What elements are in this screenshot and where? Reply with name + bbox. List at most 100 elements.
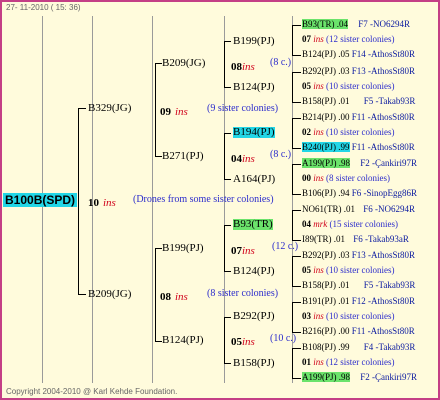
root-ins-label: ins <box>103 197 116 209</box>
gen4-row[interactable]: A199(PJ) .98 F2 -Çankiri97R <box>302 372 418 382</box>
gen4-note: (10 sister colonies) <box>326 81 395 91</box>
gen4-row[interactable]: A199(PJ) .98 F2 -Çankiri97R <box>302 158 418 168</box>
gen4-loc: F2 -Çankiri97R <box>360 158 418 168</box>
connector <box>292 286 301 287</box>
gen3-node[interactable]: B199(PJ) <box>233 36 275 47</box>
gen2-ins-label: ins <box>242 61 255 73</box>
gen3-node[interactable]: B158(PJ) <box>233 358 275 369</box>
gen4-row[interactable]: B191(PJ) .01 F12 -AthosSt80R <box>302 297 415 306</box>
gen1-node[interactable]: B209(JG) <box>88 289 131 300</box>
gen4-note: (8 sister colonies) <box>326 173 390 183</box>
gen2-node[interactable]: B271(PJ) <box>162 151 204 162</box>
gen2-mating: 08ins <box>231 58 255 74</box>
connector <box>292 378 301 379</box>
gen1-ins-label: ins <box>175 291 188 303</box>
gen4-num: 00 <box>302 173 311 183</box>
connector <box>292 240 301 241</box>
connector <box>155 248 162 249</box>
gen3-node[interactable]: B194(PJ) <box>233 127 275 138</box>
gen2-mating-number: 07 <box>231 245 242 257</box>
gen4-num: 01 <box>302 357 311 367</box>
gen4-loc: F5 -Takab93R <box>363 280 416 290</box>
gen4-row[interactable]: B292(PJ) .03 F13 -AthosSt80R <box>302 67 415 76</box>
gen4-loc: F11 -AthosSt80R <box>351 142 415 152</box>
gen2-ins-label: ins <box>242 336 255 348</box>
root-note: (Drones from some sister colonies) <box>133 194 274 205</box>
gen4-row[interactable]: B108(PJ) .99 F4 -Takab93R <box>302 343 415 352</box>
gen1-node[interactable]: B329(JG) <box>88 103 131 114</box>
gen4-id: A199(PJ) .98 <box>302 158 351 168</box>
gen4-loc: F13 -AthosSt80R <box>351 250 416 260</box>
gen4-row[interactable]: B158(PJ) .01 F5 -Takab93R <box>302 281 415 290</box>
gen4-loc: F6 -SinopEgg86R <box>351 188 418 198</box>
gen4-loc: F2 -Çankiri97R <box>360 372 418 382</box>
connector <box>292 164 301 165</box>
gen2-note: (12 c.) <box>272 241 299 252</box>
gen4-row[interactable]: B158(PJ) .01 F5 -Takab93R <box>302 97 415 106</box>
pedigree-frame: 27- 11-2010 ( 15: 36) Copyright 2004-201… <box>0 0 440 400</box>
gen3-node[interactable]: B124(PJ) <box>233 82 275 93</box>
gen1-note: (8 sister colonies) <box>207 288 279 299</box>
gen4-row[interactable]: B106(PJ) .94 F6 -SinopEgg86R <box>302 189 417 198</box>
gen4-id: B214(PJ) .00 <box>302 112 350 122</box>
gen4-ins: ins <box>313 311 324 321</box>
gen4-id: B158(PJ) .01 <box>302 280 350 290</box>
gen4-mating-row: 01 ins (12 sister colonies) <box>302 358 395 367</box>
gen4-row[interactable]: B93(TR) .04 F7 -NO6294R <box>302 19 410 29</box>
gen4-ins: ins <box>313 173 324 183</box>
gen4-mating-row: 04 mrk (15 sister colonies) <box>302 220 398 229</box>
connector <box>292 118 301 119</box>
gen3-node[interactable]: B124(PJ) <box>233 266 275 277</box>
gen4-note: (10 sister colonies) <box>326 127 395 137</box>
gen4-row[interactable]: B292(PJ) .03 F13 -AthosSt80R <box>302 251 415 260</box>
connector <box>292 302 293 332</box>
gen4-row[interactable]: B216(PJ) .00 F11 -AthosSt80R <box>302 327 415 336</box>
connector <box>224 225 225 271</box>
gen4-row[interactable]: B214(PJ) .00 F11 -AthosSt80R <box>302 113 415 122</box>
gen4-loc: F6 -NO6294R <box>363 204 416 214</box>
connector <box>292 194 301 195</box>
connector <box>224 225 231 226</box>
gen2-mating-number: 08 <box>231 61 242 73</box>
gen4-note: (12 sister colonies) <box>326 357 395 367</box>
gen4-note: (15 sister colonies) <box>329 219 398 229</box>
gen2-node[interactable]: B124(PJ) <box>162 335 204 346</box>
gen4-ins: ins <box>313 81 324 91</box>
connector <box>224 41 225 87</box>
gen2-ins-label: ins <box>242 245 255 257</box>
gen4-row[interactable]: I89(TR) .01 F6 -Takab93aR <box>302 235 409 244</box>
connector <box>292 72 301 73</box>
root-node[interactable]: B100B(SPD) <box>3 193 78 207</box>
gen4-row[interactable]: B240(PJ) .99 F11 -AthosSt80R <box>302 142 415 152</box>
gen4-num: 04 <box>302 219 311 229</box>
connector <box>292 210 293 240</box>
gen2-note: (8 c.) <box>270 57 292 68</box>
gen1-ins-label: ins <box>175 106 188 118</box>
gen4-id: B292(PJ) .03 <box>302 66 350 76</box>
gen4-row[interactable]: NO61(TR) .01 F6 -NO6294R <box>302 205 415 214</box>
connector <box>292 256 293 286</box>
connector <box>292 148 301 149</box>
gen4-num: 05 <box>302 265 311 275</box>
gen4-loc: F5 -Takab93R <box>363 96 416 106</box>
gen3-node[interactable]: B292(PJ) <box>233 311 275 322</box>
gen3-node[interactable]: A164(PJ) <box>233 174 275 185</box>
connector <box>292 25 293 55</box>
gen4-mating-row: 00 ins (8 sister colonies) <box>302 174 390 183</box>
gen2-mating-number: 05 <box>231 336 242 348</box>
gen4-loc: F11 -AthosSt80R <box>351 112 415 122</box>
gen2-node[interactable]: B209(JG) <box>162 58 205 69</box>
gen3-node[interactable]: B93(TR) <box>233 219 273 230</box>
gen2-ins-label: ins <box>242 153 255 165</box>
gen4-row[interactable]: B124(PJ) .05 F14 -AthosSt80R <box>302 50 415 59</box>
gen1-mating-number: 08 <box>160 291 171 303</box>
gen2-note: (10 c.) <box>270 333 297 344</box>
gen4-mating-row: 03 ins (10 sister colonies) <box>302 312 395 321</box>
connector <box>292 72 293 102</box>
gen1-mating: 09 ins <box>160 103 188 119</box>
connector <box>224 87 231 88</box>
gen1-mating: 08 ins <box>160 288 188 304</box>
gen2-node[interactable]: B199(PJ) <box>162 243 204 254</box>
connector <box>155 341 162 342</box>
gen4-id: B216(PJ) .00 <box>302 326 350 336</box>
